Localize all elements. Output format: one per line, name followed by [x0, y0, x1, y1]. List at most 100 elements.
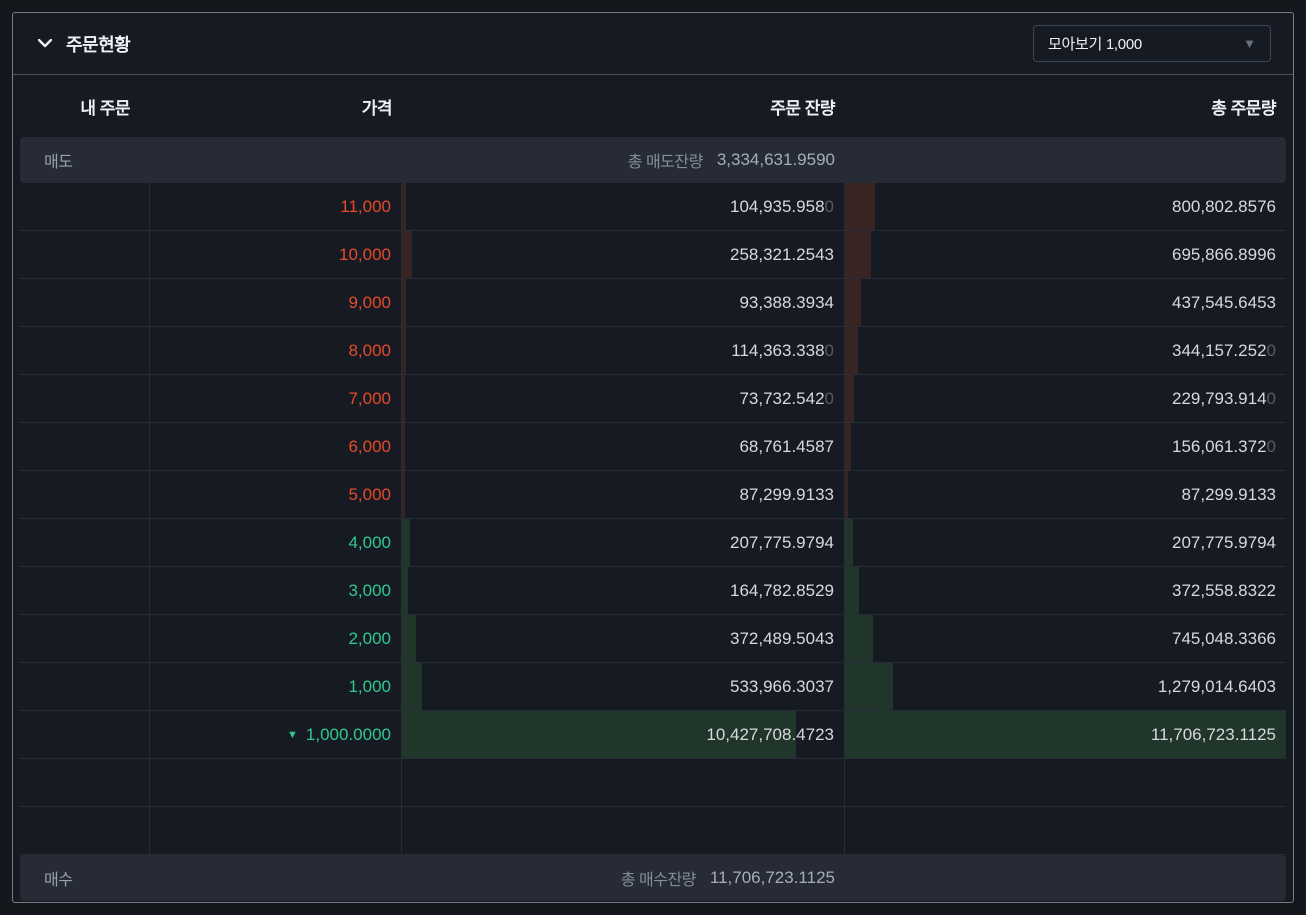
caret-down-icon: ▼	[1243, 36, 1256, 51]
remaining-depth-bar	[402, 375, 405, 422]
orderbook-row[interactable]: 8,000 114,363.3380 344,157.2520	[20, 327, 1286, 375]
price-cell[interactable]: 8,000	[150, 327, 402, 374]
header-total-volume: 총 주문량	[1211, 98, 1276, 118]
orderbook-row[interactable]: 5,000 87,299.9133 87,299.9133	[20, 471, 1286, 519]
remaining-depth-bar	[402, 471, 406, 518]
price-cell[interactable]: 1,000	[150, 663, 402, 710]
orderbook-table: 내 주문 가격 주문 잔량 총 주문량 매도 총 매도잔량 3,334,631.…	[20, 75, 1286, 901]
sell-total-label: 총 매도잔량	[627, 154, 704, 171]
remaining-qty-cell: 73,732.5420	[402, 375, 845, 422]
price-value: 10,000	[339, 244, 391, 264]
price-cell[interactable]: 7,000	[150, 375, 402, 422]
remaining-qty-cell: 258,321.2543	[402, 231, 845, 278]
buy-side-label: 매수	[44, 872, 73, 889]
buy-summary-bar: 매수 총 매수잔량 11,706,723.1125	[20, 855, 1286, 901]
order-status-panel: 주문현황 모아보기 1,000 ▼ 내 주문 가격 주문 잔량 총 주문량 매도…	[12, 12, 1294, 903]
remaining-qty-cell: 164,782.8529	[402, 567, 845, 614]
remaining-depth-bar	[402, 279, 406, 326]
orderbook-row[interactable]: 6,000 68,761.4587 156,061.3720	[20, 423, 1286, 471]
total-qty-cell: 11,706,723.1125	[845, 711, 1286, 758]
price-value: 11,000	[340, 196, 391, 216]
total-qty-cell: 695,866.8996	[845, 231, 1286, 278]
my-order-cell	[20, 711, 150, 758]
my-order-cell	[20, 615, 150, 662]
total-depth-bar	[845, 375, 854, 422]
total-depth-bar	[845, 567, 860, 614]
panel-header: 주문현황 모아보기 1,000 ▼	[13, 13, 1293, 75]
chevron-down-icon	[38, 39, 52, 48]
price-cell[interactable]	[150, 807, 402, 854]
price-cell[interactable]: 5,000	[150, 471, 402, 518]
buy-total-value: 11,706,723.1125	[709, 868, 835, 887]
remaining-qty-cell: 114,363.3380	[402, 327, 845, 374]
remaining-qty-cell: 533,966.3037	[402, 663, 845, 710]
price-cell[interactable]: 2,000	[150, 615, 402, 662]
group-view-label: 모아보기 1,000	[1048, 36, 1142, 53]
my-order-cell	[20, 183, 150, 230]
remaining-qty-cell: 104,935.9580	[402, 183, 845, 230]
price-value: 1,000	[348, 676, 391, 696]
remaining-qty-cell: 372,489.5043	[402, 615, 845, 662]
orderbook-row[interactable]: 1,000 533,966.3037 1,279,014.6403	[20, 663, 1286, 711]
my-order-cell	[20, 423, 150, 470]
total-qty-cell: 229,793.9140	[845, 375, 1286, 422]
total-depth-bar	[845, 231, 872, 278]
my-order-cell	[20, 471, 150, 518]
remaining-depth-bar	[402, 663, 423, 710]
remaining-depth-bar	[402, 567, 409, 614]
price-cell[interactable]: 9,000	[150, 279, 402, 326]
orderbook-row[interactable]: 4,000 207,775.9794 207,775.9794	[20, 519, 1286, 567]
price-value: 4,000	[348, 532, 391, 552]
orderbook-row[interactable]: 10,000 258,321.2543 695,866.8996	[20, 231, 1286, 279]
total-qty-cell: 156,061.3720	[845, 423, 1286, 470]
remaining-depth-bar	[402, 183, 406, 230]
remaining-qty-cell: 93,388.3934	[402, 279, 845, 326]
price-cell[interactable]: 10,000	[150, 231, 402, 278]
orderbook-row[interactable]: 7,000 73,732.5420 229,793.9140	[20, 375, 1286, 423]
price-cell[interactable]: ▼ 1,000.0000	[150, 711, 402, 758]
orderbook-row[interactable]: 3,000 164,782.8529 372,558.8322	[20, 567, 1286, 615]
price-cell[interactable]: 11,000	[150, 183, 402, 230]
remaining-depth-bar	[402, 519, 410, 566]
total-depth-bar	[845, 471, 849, 518]
sell-summary-bar: 매도 총 매도잔량 3,334,631.9590	[20, 137, 1286, 183]
price-value: 1,000.0000	[305, 724, 391, 744]
remaining-qty-cell: 87,299.9133	[402, 471, 845, 518]
orderbook-row[interactable]: ▼ 1,000.0000 10,427,708.4723 11,706,723.…	[20, 711, 1286, 759]
total-depth-bar	[845, 663, 894, 710]
sell-total-value: 3,334,631.9590	[716, 150, 835, 169]
buy-total-group: 총 매수잔량 11,706,723.1125	[621, 866, 835, 890]
price-cell[interactable]	[150, 759, 402, 806]
remaining-qty-cell: 10,427,708.4723	[402, 711, 845, 758]
sell-total-group: 총 매도잔량 3,334,631.9590	[628, 148, 835, 172]
total-qty-cell	[845, 759, 1286, 806]
collapse-chevron-icon[interactable]	[37, 36, 53, 52]
price-cell[interactable]: 3,000	[150, 567, 402, 614]
price-value: 5,000	[348, 484, 391, 504]
orderbook-row[interactable]: 11,000 104,935.9580 800,802.8576	[20, 183, 1286, 231]
total-qty-cell: 800,802.8576	[845, 183, 1286, 230]
remaining-depth-bar	[402, 423, 405, 470]
price-value: 7,000	[348, 388, 391, 408]
total-depth-bar	[845, 615, 874, 662]
sell-side-label: 매도	[44, 154, 73, 171]
price-value: 9,000	[348, 292, 391, 312]
orderbook-row[interactable]: 9,000 93,388.3934 437,545.6453	[20, 279, 1286, 327]
remaining-qty-cell: 207,775.9794	[402, 519, 845, 566]
panel-title: 주문현황	[66, 34, 131, 55]
header-price: 가격	[361, 98, 393, 118]
my-order-cell	[20, 279, 150, 326]
my-order-cell	[20, 327, 150, 374]
group-view-dropdown[interactable]: 모아보기 1,000 ▼	[1033, 25, 1271, 62]
orderbook-row[interactable]: 2,000 372,489.5043 745,048.3366	[20, 615, 1286, 663]
my-order-cell	[20, 567, 150, 614]
buy-total-label: 총 매수잔량	[620, 872, 697, 889]
header-my-order: 내 주문	[80, 98, 130, 118]
remaining-qty-cell: 68,761.4587	[402, 423, 845, 470]
price-value: 6,000	[348, 436, 391, 456]
my-order-cell	[20, 375, 150, 422]
price-cell[interactable]: 4,000	[150, 519, 402, 566]
total-depth-bar	[845, 183, 876, 230]
price-cell[interactable]: 6,000	[150, 423, 402, 470]
my-order-cell	[20, 519, 150, 566]
